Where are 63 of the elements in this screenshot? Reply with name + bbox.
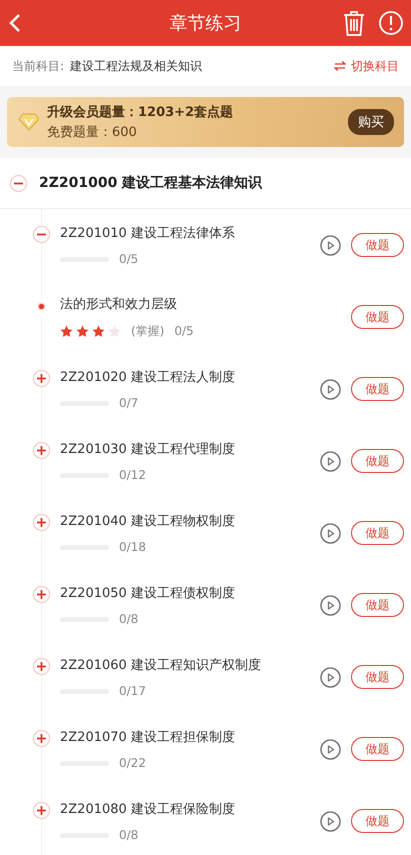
subject-label: 当前科目: bbox=[12, 58, 64, 74]
star-icon bbox=[76, 324, 89, 338]
free-quota: 免费题量：600 bbox=[47, 124, 138, 141]
bullet-icon bbox=[37, 302, 46, 311]
progress-count: 0/22 bbox=[119, 756, 146, 770]
section-title: 2Z201040 建设工程物权制度 bbox=[60, 513, 236, 530]
expand-icon[interactable] bbox=[33, 802, 50, 819]
back-icon[interactable] bbox=[8, 13, 22, 33]
play-icon[interactable] bbox=[320, 450, 341, 472]
expand-icon[interactable] bbox=[33, 514, 50, 531]
expand-icon[interactable] bbox=[33, 442, 50, 459]
play-icon[interactable] bbox=[320, 522, 341, 544]
practice-button[interactable]: 做题 bbox=[351, 377, 404, 401]
star-icon bbox=[60, 324, 73, 338]
mastery-label: (掌握) bbox=[131, 322, 164, 340]
chapter-title: 2Z201000 建设工程基本法律知识 bbox=[39, 174, 262, 192]
point-title: 法的形式和效力层级 bbox=[60, 296, 178, 312]
play-icon[interactable] bbox=[320, 378, 341, 400]
progress-count: 0/8 bbox=[119, 828, 138, 842]
practice-button[interactable]: 做题 bbox=[351, 233, 404, 257]
practice-button[interactable]: 做题 bbox=[351, 521, 404, 545]
practice-button[interactable]: 做题 bbox=[351, 665, 404, 689]
practice-button[interactable]: 做题 bbox=[351, 809, 404, 833]
collapse-icon[interactable] bbox=[10, 174, 27, 192]
section-title: 2Z201080 建设工程保险制度 bbox=[60, 801, 236, 818]
expand-icon[interactable] bbox=[33, 586, 50, 603]
section-title: 2Z201030 建设工程代理制度 bbox=[60, 441, 236, 458]
expand-icon[interactable] bbox=[33, 370, 50, 387]
section-title: 2Z201060 建设工程知识产权制度 bbox=[60, 657, 262, 674]
practice-button[interactable]: 做题 bbox=[351, 593, 404, 617]
expand-icon[interactable] bbox=[33, 730, 50, 747]
section-title: 2Z201020 建设工程法人制度 bbox=[60, 369, 236, 386]
subject-name: 建设工程法规及相关知识 bbox=[70, 58, 202, 74]
swap-icon bbox=[334, 61, 346, 71]
expand-icon[interactable] bbox=[33, 658, 50, 675]
promo-title: 升级会员题量：1203+2套点题 bbox=[47, 104, 234, 121]
progress-count: 0/7 bbox=[119, 396, 138, 410]
practice-button[interactable]: 做题 bbox=[351, 305, 404, 329]
progress-count: 0/5 bbox=[174, 324, 194, 338]
progress-count: 0/18 bbox=[119, 540, 146, 554]
section-title: 2Z201050 建设工程债权制度 bbox=[60, 585, 236, 602]
page-title: 章节练习 bbox=[168, 12, 242, 35]
info-icon[interactable] bbox=[379, 11, 403, 35]
progress-count: 0/12 bbox=[119, 468, 146, 482]
play-icon[interactable] bbox=[320, 234, 341, 256]
diamond-icon bbox=[19, 113, 39, 131]
star-icon bbox=[92, 324, 105, 338]
buy-button[interactable]: 购买 bbox=[348, 109, 394, 135]
progress-count: 0/5 bbox=[119, 252, 138, 266]
section-title: 2Z201070 建设工程担保制度 bbox=[60, 729, 236, 746]
play-icon[interactable] bbox=[320, 738, 341, 760]
progress-count: 0/17 bbox=[119, 684, 146, 698]
practice-button[interactable]: 做题 bbox=[351, 737, 404, 761]
play-icon[interactable] bbox=[320, 810, 341, 832]
star-icon bbox=[108, 324, 121, 338]
practice-button[interactable]: 做题 bbox=[351, 449, 404, 473]
progress-count: 0/8 bbox=[119, 612, 138, 626]
collapse-icon[interactable] bbox=[33, 226, 50, 243]
trash-icon[interactable] bbox=[343, 10, 365, 36]
play-icon[interactable] bbox=[320, 594, 341, 616]
section-title: 2Z201010 建设工程法律体系 bbox=[60, 225, 236, 242]
switch-subject-link[interactable]: 切换科目 bbox=[334, 58, 399, 74]
play-icon[interactable] bbox=[320, 666, 341, 688]
